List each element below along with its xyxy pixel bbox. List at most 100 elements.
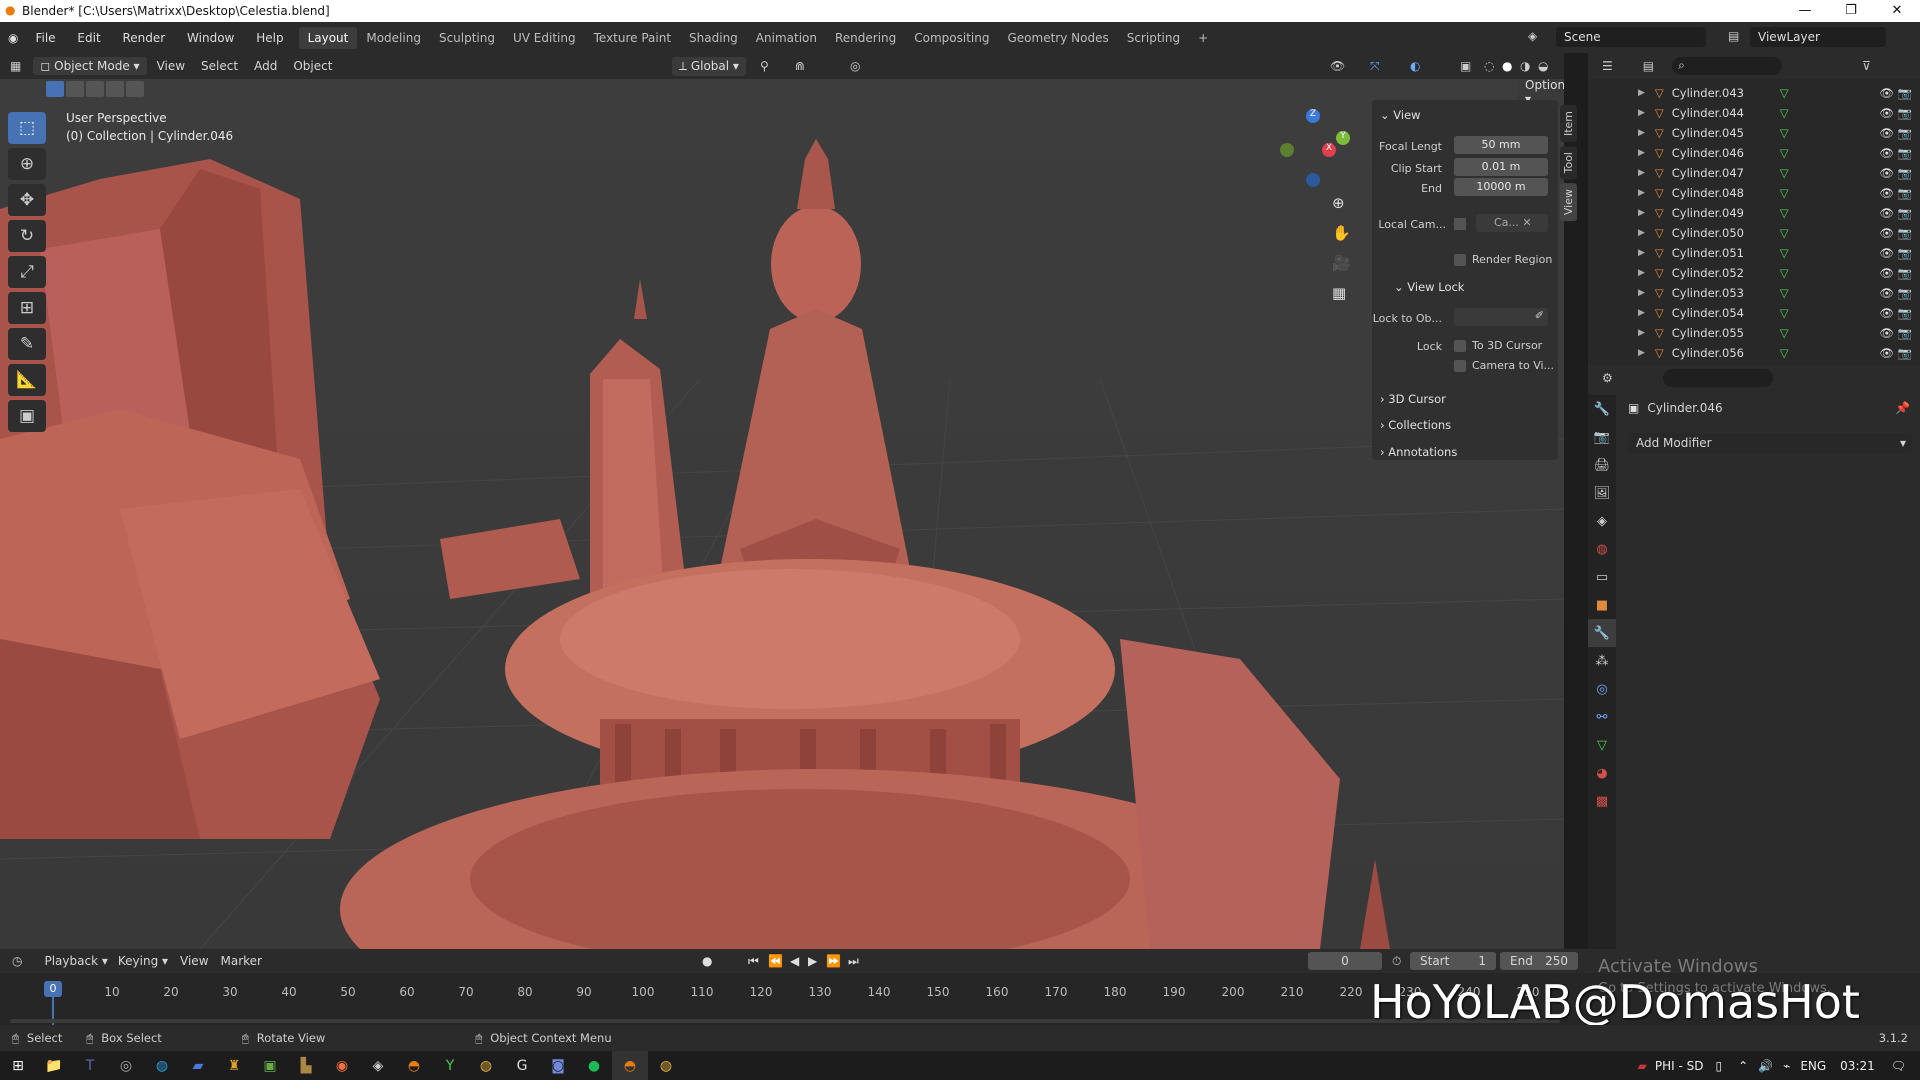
- expand-arrow-icon[interactable]: ▶: [1638, 148, 1645, 158]
- tool-props-icon[interactable]: 🔧: [1588, 395, 1616, 423]
- menu-render[interactable]: Render: [113, 31, 174, 45]
- output-props-icon[interactable]: 🖨: [1588, 451, 1616, 479]
- render-region-checkbox[interactable]: [1454, 254, 1466, 266]
- filter-icon[interactable]: ⊽: [1862, 59, 1871, 73]
- pan-hand-icon[interactable]: ✋: [1332, 224, 1356, 254]
- physics-props-icon[interactable]: ◎: [1588, 675, 1616, 703]
- outliner-row[interactable]: ▶ ▽ Cylinder.056 ▽ 👁 📷: [1588, 343, 1920, 363]
- start-frame-field[interactable]: Start 1: [1410, 952, 1496, 970]
- gizmo-toggle-icon[interactable]: ⤧: [1370, 59, 1380, 74]
- timeline-view-menu[interactable]: View: [180, 954, 208, 968]
- tab-item[interactable]: Item: [1560, 105, 1577, 143]
- expand-arrow-icon[interactable]: ▶: [1638, 308, 1645, 318]
- render-camera-icon[interactable]: 📷: [1898, 346, 1912, 360]
- outliner-row[interactable]: ▶ ▽ Cylinder.050 ▽ 👁 📷: [1588, 223, 1920, 243]
- expand-arrow-icon[interactable]: ▶: [1638, 248, 1645, 258]
- firefox-icon[interactable]: ◉: [324, 1051, 360, 1080]
- add-menu[interactable]: Add: [246, 59, 285, 73]
- constraints-props-icon[interactable]: ⚯: [1588, 703, 1616, 731]
- jump-start-icon[interactable]: ⏮: [748, 954, 759, 969]
- scene-icon[interactable]: ◈: [1528, 29, 1537, 43]
- expand-arrow-icon[interactable]: ▶: [1638, 108, 1645, 118]
- outliner-row[interactable]: ▶ ▽ Cylinder.047 ▽ 👁 📷: [1588, 163, 1920, 183]
- to-3d-cursor-checkbox[interactable]: [1454, 340, 1466, 352]
- select-menu[interactable]: Select: [193, 59, 246, 73]
- measure-tool-icon[interactable]: 📐: [8, 364, 46, 396]
- shading-rendered-icon[interactable]: ◒: [1538, 59, 1548, 73]
- editor-type-icon[interactable]: ▦: [0, 59, 31, 73]
- visibility-eye-icon[interactable]: 👁: [1879, 246, 1894, 260]
- tray-app-icon[interactable]: ▯: [1715, 1059, 1722, 1073]
- playback-menu[interactable]: Playback ▾: [44, 954, 107, 968]
- scale-tool-icon[interactable]: ⤢: [8, 256, 46, 288]
- select-intersect-icon[interactable]: [126, 81, 144, 97]
- render-camera-icon[interactable]: 📷: [1898, 126, 1912, 140]
- outliner-row[interactable]: ▶ ▽ Cylinder.053 ▽ 👁 📷: [1588, 283, 1920, 303]
- clock-time[interactable]: 03:21: [1840, 1059, 1875, 1073]
- menu-window[interactable]: Window: [178, 31, 243, 45]
- visibility-eye-icon[interactable]: 👁: [1879, 326, 1894, 340]
- app-icon-7[interactable]: G: [504, 1051, 540, 1080]
- visibility-eye-icon[interactable]: 👁: [1879, 206, 1894, 220]
- data-props-icon[interactable]: ▽: [1588, 731, 1616, 759]
- tab-texture-paint[interactable]: Texture Paint: [585, 27, 680, 49]
- render-camera-icon[interactable]: 📷: [1898, 166, 1912, 180]
- view-lock-header[interactable]: ⌄ View Lock: [1394, 280, 1464, 294]
- blender-task-icon[interactable]: ◓: [396, 1051, 432, 1080]
- select-invert-icon[interactable]: [106, 81, 124, 97]
- collections-section[interactable]: › Collections: [1380, 418, 1451, 432]
- particles-props-icon[interactable]: ⁂: [1588, 647, 1616, 675]
- snap-icon[interactable]: ⋒: [795, 59, 805, 73]
- cursor-tool-icon[interactable]: ⊕: [8, 148, 46, 180]
- render-camera-icon[interactable]: 📷: [1898, 186, 1912, 200]
- select-tool-icon[interactable]: ⬚: [8, 112, 46, 144]
- clip-end-field[interactable]: 10000 m: [1454, 178, 1548, 196]
- transform-tool-icon[interactable]: ⊞: [8, 292, 46, 324]
- visibility-eye-icon[interactable]: 👁: [1879, 106, 1894, 120]
- record-icon[interactable]: ●: [702, 954, 712, 968]
- add-cube-tool-icon[interactable]: ▣: [8, 400, 46, 432]
- proportional-edit-icon[interactable]: ◎: [850, 59, 860, 73]
- render-camera-icon[interactable]: 📷: [1898, 266, 1912, 280]
- timeline-editor-icon[interactable]: ◷: [12, 954, 22, 968]
- visibility-icon[interactable]: 👁: [1330, 59, 1345, 73]
- outliner-row[interactable]: ▶ ▽ Cylinder.044 ▽ 👁 📷: [1588, 103, 1920, 123]
- expand-arrow-icon[interactable]: ▶: [1638, 328, 1645, 338]
- menu-file[interactable]: File: [26, 31, 64, 45]
- expand-arrow-icon[interactable]: ▶: [1638, 208, 1645, 218]
- shading-solid-icon[interactable]: ●: [1502, 59, 1512, 73]
- world-props-icon[interactable]: ◍: [1588, 535, 1616, 563]
- visibility-eye-icon[interactable]: 👁: [1879, 146, 1894, 160]
- annotate-tool-icon[interactable]: ✎: [8, 328, 46, 360]
- pivot-icon[interactable]: ⚲: [760, 59, 769, 73]
- app-icon-2[interactable]: ▰: [180, 1051, 216, 1080]
- render-props-icon[interactable]: 📷: [1588, 423, 1616, 451]
- tray-arrow-icon[interactable]: ⌃: [1738, 1059, 1748, 1073]
- axis-neg-z-icon[interactable]: [1306, 173, 1320, 187]
- outliner-editor-icon[interactable]: ☰: [1602, 59, 1613, 73]
- mode-selector[interactable]: ◻ Object Mode ▾: [33, 57, 147, 75]
- windows-start-icon[interactable]: ⊞: [0, 1051, 36, 1080]
- object-props-icon[interactable]: ■: [1588, 591, 1616, 619]
- tab-scripting[interactable]: Scripting: [1118, 27, 1189, 49]
- app-icon-1[interactable]: ◎: [108, 1051, 144, 1080]
- eyedropper-icon[interactable]: ✐: [1535, 309, 1544, 322]
- visibility-eye-icon[interactable]: 👁: [1879, 86, 1894, 100]
- tab-compositing[interactable]: Compositing: [905, 27, 998, 49]
- file-explorer-icon[interactable]: 📁: [36, 1051, 72, 1080]
- texture-props-icon[interactable]: ▩: [1588, 787, 1616, 815]
- outliner-row[interactable]: ▶ ▽ Cylinder.052 ▽ 👁 📷: [1588, 263, 1920, 283]
- zoom-icon[interactable]: ⊕: [1332, 194, 1356, 224]
- visibility-eye-icon[interactable]: 👁: [1879, 306, 1894, 320]
- lock-object-field[interactable]: ✐: [1454, 308, 1548, 326]
- menu-help[interactable]: Help: [247, 31, 292, 45]
- render-camera-icon[interactable]: 📷: [1898, 226, 1912, 240]
- steam-icon[interactable]: ◈: [360, 1051, 396, 1080]
- outliner-row[interactable]: ▶ ▽ Cylinder.051 ▽ 👁 📷: [1588, 243, 1920, 263]
- modifier-props-icon[interactable]: 🔧: [1588, 619, 1616, 647]
- region-label[interactable]: PHI - SD: [1655, 1059, 1704, 1073]
- camera-to-view-checkbox[interactable]: [1454, 360, 1466, 372]
- tab-view[interactable]: View: [1560, 183, 1577, 222]
- 3d-viewport[interactable]: User Perspective (0) Collection | Cylind…: [0, 79, 1564, 949]
- select-new-icon[interactable]: [46, 81, 64, 97]
